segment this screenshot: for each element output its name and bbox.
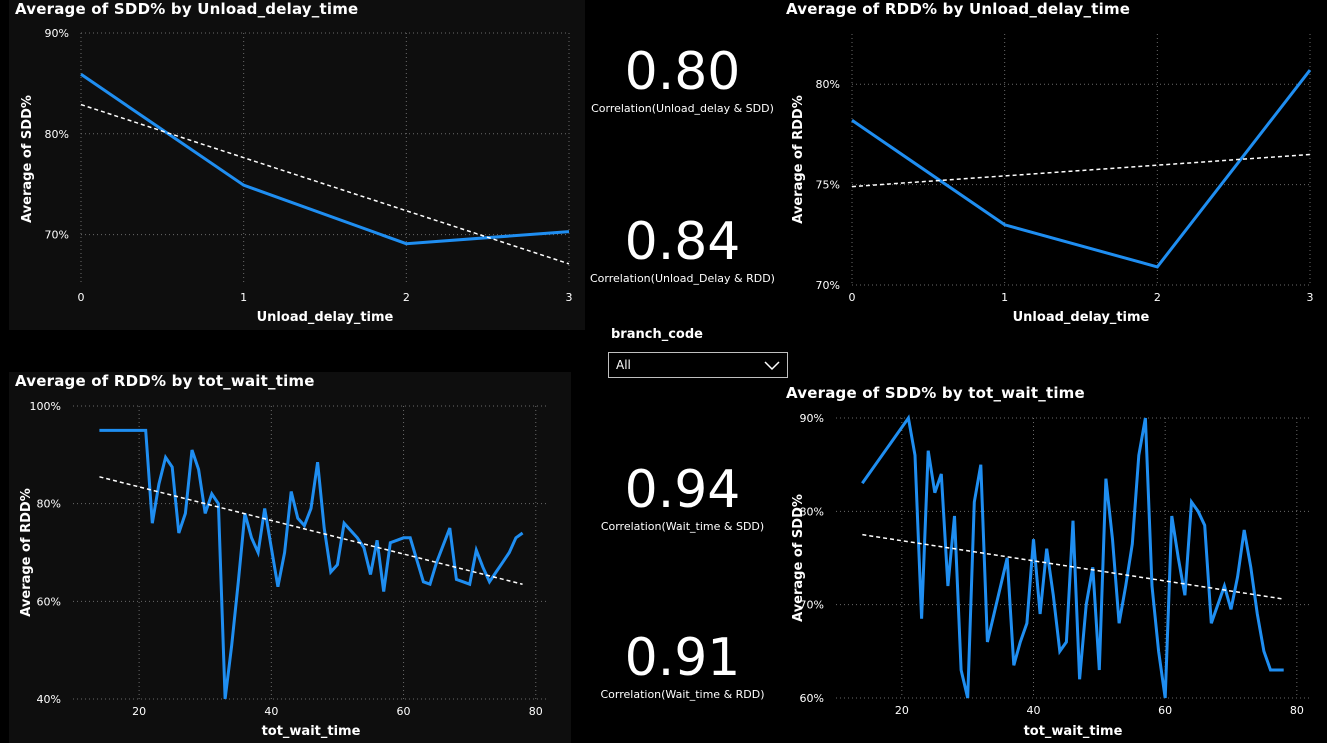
kpi-card-unload-sdd: 0.80 Correlation(Unload_delay & SDD) xyxy=(585,42,780,115)
chart-rdd-unload: 0 1 2 3 70% 75% 80% Unload_delay_time Average of… xyxy=(791,34,1314,325)
x-tick-label: 60 xyxy=(397,705,411,718)
trend-line xyxy=(80,103,570,265)
y-tick-label: 60% xyxy=(37,595,61,608)
kpi-value: 0.94 xyxy=(624,460,741,520)
x-tick-label: 20 xyxy=(895,704,909,717)
y-axis-title: Average of SDD% xyxy=(791,494,806,622)
slicer-title: branch_code xyxy=(611,327,703,342)
y-tick-label: 90% xyxy=(800,412,824,425)
slicer-dropdown[interactable]: All xyxy=(608,352,788,378)
y-axis-title: Average of SDD% xyxy=(20,95,35,223)
chart-panel-sdd-wait[interactable]: Average of SDD% by tot_wait_time 20 40 60 8… xyxy=(780,384,1326,743)
y-tick-label: 40% xyxy=(37,693,61,706)
series-line xyxy=(851,69,1312,269)
chart-panel-rdd-unload[interactable]: Average of RDD% by Unload_delay_time 012… xyxy=(780,0,1326,330)
y-axis-title: Average of RDD% xyxy=(791,95,806,223)
x-tick-label: 0 xyxy=(849,291,856,304)
x-tick-label: 2 xyxy=(403,291,410,304)
x-tick-label: 80 xyxy=(529,705,543,718)
kpi-card-wait-sdd: 0.94 Correlation(Wait_time & SDD) xyxy=(585,460,780,533)
y-tick-label: 80% xyxy=(816,78,840,91)
x-tick-label: 40 xyxy=(264,705,278,718)
x-tick-label: 60 xyxy=(1158,704,1172,717)
x-axis-title: tot_wait_time xyxy=(1024,724,1123,739)
x-tick-label: 1 xyxy=(1001,291,1008,304)
slicer-selected-value: All xyxy=(616,358,631,372)
y-tick-label: 60% xyxy=(800,692,824,705)
x-tick-label: 20 xyxy=(132,705,146,718)
x-tick-label: 3 xyxy=(566,291,573,304)
kpi-card-wait-rdd: 0.91 Correlation(Wait_time & RDD) xyxy=(585,628,780,701)
kpi-label: Correlation(Wait_time & RDD) xyxy=(600,688,765,701)
kpi-label: Correlation(Unload_delay & SDD) xyxy=(591,102,774,115)
x-tick-label: 40 xyxy=(1027,704,1041,717)
x-tick-label: 0 xyxy=(78,291,85,304)
chart-panel-rdd-wait[interactable]: Average of RDD% by tot_wait_time 20 40 60 8… xyxy=(9,372,571,743)
chart-sdd-unload: 0 1 2 3 70% 80% 90% Unload_delay_time Average of… xyxy=(20,27,573,325)
x-tick-label: 2 xyxy=(1154,291,1161,304)
x-axis-title: Unload_delay_time xyxy=(1013,310,1150,325)
x-tick-label: 80 xyxy=(1290,704,1304,717)
branch-code-slicer: branch_code All xyxy=(608,327,788,378)
trend-line xyxy=(99,476,523,585)
chart-panel-sdd-unload[interactable]: Average of SDD% by Unload_delay_time 012… xyxy=(9,0,585,330)
y-tick-label: 75% xyxy=(816,179,840,192)
y-axis-title: Average of RDD% xyxy=(19,488,34,616)
kpi-label: Correlation(Unload_Delay & RDD) xyxy=(590,272,775,285)
kpi-value: 0.91 xyxy=(624,628,741,688)
x-tick-label: 3 xyxy=(1307,291,1314,304)
y-tick-label: 90% xyxy=(45,27,69,40)
chart-rdd-wait: 20 40 60 80 40% 60% 80% 100% tot_wait_time Averag… xyxy=(19,400,549,739)
kpi-label: Correlation(Wait_time & SDD) xyxy=(600,520,765,533)
kpi-value: 0.84 xyxy=(624,212,741,272)
y-tick-label: 70% xyxy=(816,279,840,292)
chart-sdd-wait: 20 40 60 8060%70%80%90%tot_wait_timeAverage… xyxy=(791,412,1310,739)
kpi-card-unload-rdd: 0.84 Correlation(Unload_Delay & RDD) xyxy=(585,212,780,285)
x-axis-title: Unload_delay_time xyxy=(257,310,394,325)
y-tick-label: 100% xyxy=(30,400,61,413)
series-line xyxy=(80,73,570,246)
x-tick-label: 1 xyxy=(240,291,247,304)
y-tick-label: 70% xyxy=(45,229,69,242)
series-line xyxy=(861,414,1284,699)
x-axis-title: tot_wait_time xyxy=(262,724,361,739)
kpi-value: 0.80 xyxy=(624,42,741,102)
y-tick-label: 80% xyxy=(45,128,69,141)
chevron-down-icon[interactable] xyxy=(763,357,781,377)
y-tick-label: 80% xyxy=(37,498,61,511)
series-line xyxy=(99,428,524,700)
